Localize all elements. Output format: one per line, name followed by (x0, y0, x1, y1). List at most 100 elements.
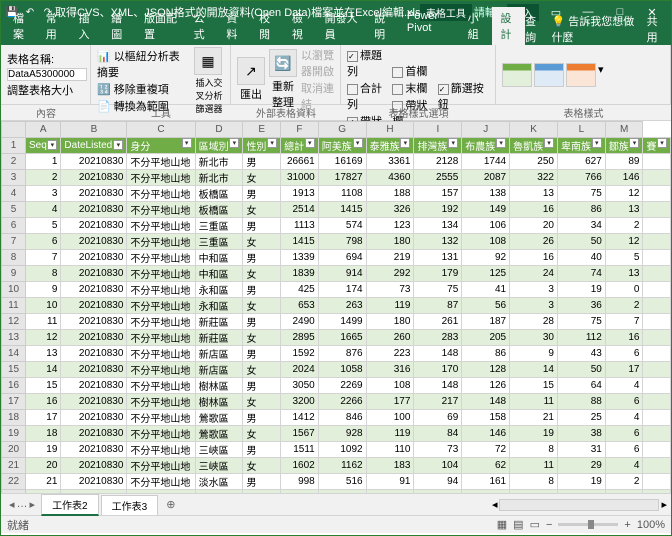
cell[interactable]: 20210830 (61, 314, 127, 330)
cell[interactable]: 20210830 (61, 442, 127, 458)
cell[interactable]: 1567 (281, 426, 319, 442)
cell[interactable] (643, 458, 671, 474)
cell[interactable]: 1211 (281, 490, 319, 494)
ribbon-tab[interactable]: 插入 (71, 7, 104, 45)
cell[interactable]: 104 (414, 458, 462, 474)
cell[interactable]: 不分平地山地 (127, 426, 195, 442)
cell[interactable]: 不分平地山地 (127, 410, 195, 426)
cell[interactable]: 不分平地山地 (127, 362, 195, 378)
table-header-cell[interactable]: 排灣族▾ (414, 138, 462, 154)
row-header[interactable]: 15 (2, 362, 26, 378)
row-header[interactable]: 10 (2, 282, 26, 298)
cell[interactable]: 2 (605, 474, 643, 490)
cell[interactable]: 7 (605, 314, 643, 330)
cell[interactable]: 25 (557, 410, 605, 426)
cell[interactable]: 19 (557, 282, 605, 298)
cell[interactable]: 12 (26, 330, 61, 346)
cell[interactable]: 1511 (281, 442, 319, 458)
table-header-cell[interactable]: 魯凱族▾ (510, 138, 558, 154)
cell[interactable]: 鶯歌區 (195, 410, 243, 426)
cell[interactable]: 10 (26, 298, 61, 314)
table-header-cell[interactable]: 泰雅族▾ (366, 138, 414, 154)
cell[interactable]: 132 (414, 234, 462, 250)
cell[interactable]: 219 (366, 250, 414, 266)
cell[interactable]: 223 (366, 346, 414, 362)
row-header[interactable]: 18 (2, 410, 26, 426)
zoom-out-icon[interactable]: − (546, 519, 552, 531)
cell[interactable]: 5 (605, 250, 643, 266)
cell[interactable]: 108 (366, 378, 414, 394)
cell[interactable]: 123 (366, 218, 414, 234)
cell[interactable]: 6 (26, 234, 61, 250)
resize-table[interactable]: 調整表格大小 (7, 82, 87, 98)
cell[interactable]: 5 (26, 218, 61, 234)
cell[interactable]: 男 (243, 154, 281, 170)
cell[interactable]: 男 (243, 250, 281, 266)
cell[interactable]: 322 (510, 170, 558, 186)
table-header-cell[interactable]: DateListed▾ (61, 138, 127, 154)
table-header-cell[interactable]: 總計▾ (281, 138, 319, 154)
cell[interactable]: 男 (243, 218, 281, 234)
cell[interactable]: 263 (318, 298, 366, 314)
cell[interactable]: 26 (510, 234, 558, 250)
cell[interactable]: 不分平地山地 (127, 202, 195, 218)
cell[interactable]: 20210830 (61, 410, 127, 426)
cell[interactable]: 326 (366, 202, 414, 218)
hscroll-left-icon[interactable]: ◂ (492, 498, 498, 511)
cell[interactable]: 男 (243, 378, 281, 394)
cell[interactable]: 13 (26, 346, 61, 362)
cell[interactable]: 女 (243, 362, 281, 378)
cell[interactable]: 新莊區 (195, 314, 243, 330)
cell[interactable]: 84 (414, 426, 462, 442)
cell[interactable]: 798 (318, 234, 366, 250)
cell[interactable]: 2514 (281, 202, 319, 218)
cell[interactable]: 不分平地山地 (127, 234, 195, 250)
cell[interactable]: 149 (462, 202, 510, 218)
row-header[interactable]: 13 (2, 330, 26, 346)
cell[interactable] (643, 426, 671, 442)
cell[interactable]: 89 (605, 154, 643, 170)
row-header[interactable]: 22 (2, 474, 26, 490)
tab-share[interactable]: 共用 (647, 13, 665, 45)
cell[interactable]: 20210830 (61, 490, 127, 494)
cell[interactable]: 1665 (318, 330, 366, 346)
cell[interactable]: 1913 (281, 186, 319, 202)
cell[interactable]: 8 (510, 442, 558, 458)
cell[interactable] (643, 362, 671, 378)
cell[interactable]: 不分平地山地 (127, 330, 195, 346)
cell[interactable]: 1839 (281, 266, 319, 282)
cell[interactable]: 1113 (281, 218, 319, 234)
cell[interactable]: 2128 (414, 154, 462, 170)
cell[interactable]: 180 (366, 234, 414, 250)
cell[interactable]: 180 (366, 314, 414, 330)
cell[interactable] (643, 410, 671, 426)
cell[interactable]: 三峽區 (195, 458, 243, 474)
ribbon-tab[interactable]: 檔案 (5, 7, 38, 45)
cell[interactable]: 187 (462, 314, 510, 330)
cell[interactable]: 292 (366, 266, 414, 282)
cell[interactable]: 126 (462, 378, 510, 394)
row-header[interactable]: 14 (2, 346, 26, 362)
zoom-slider[interactable] (558, 523, 618, 526)
cell[interactable] (643, 186, 671, 202)
cell[interactable]: 不分平地山地 (127, 394, 195, 410)
cell[interactable]: 148 (414, 346, 462, 362)
cell[interactable]: 12 (605, 234, 643, 250)
cell[interactable]: 不分平地山地 (127, 282, 195, 298)
cell[interactable]: 609 (318, 490, 366, 494)
cell[interactable]: 205 (462, 330, 510, 346)
cell[interactable]: 30 (510, 330, 558, 346)
cell[interactable]: 女 (243, 202, 281, 218)
cell[interactable]: 260 (366, 330, 414, 346)
cell[interactable]: 170 (414, 362, 462, 378)
cell[interactable]: 41 (462, 282, 510, 298)
row-header[interactable]: 9 (2, 266, 26, 282)
cell[interactable]: 不分平地山地 (127, 346, 195, 362)
cell[interactable]: 1415 (281, 234, 319, 250)
ribbon-tab[interactable]: 小組 (460, 7, 493, 45)
cell[interactable]: 91 (366, 474, 414, 490)
cell[interactable]: 男 (243, 282, 281, 298)
cell[interactable]: 20210830 (61, 202, 127, 218)
cell[interactable]: 18 (26, 426, 61, 442)
cell[interactable]: 4 (605, 458, 643, 474)
